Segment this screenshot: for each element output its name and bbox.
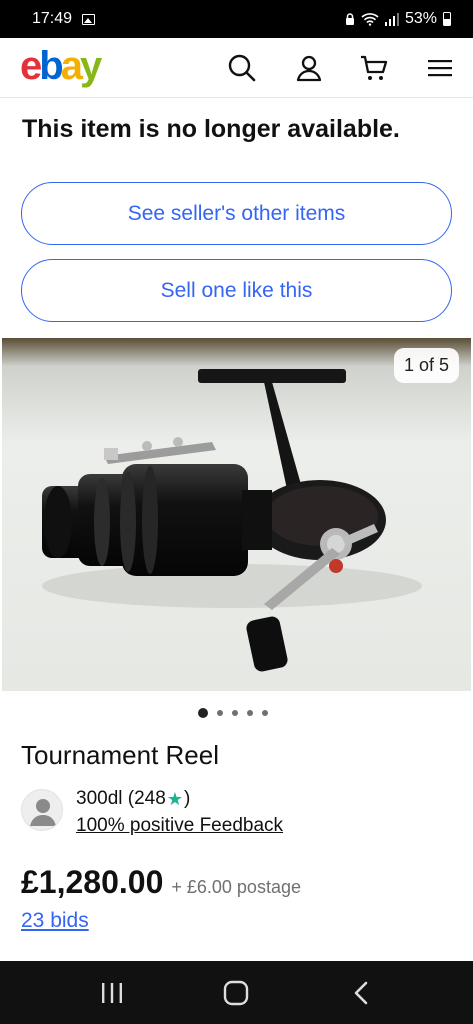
logo-letter-e: e — [20, 44, 42, 88]
pagination-dot[interactable] — [217, 710, 223, 716]
sell-one-like-this-button[interactable]: Sell one like this — [21, 259, 452, 322]
recent-apps-button[interactable] — [92, 973, 132, 1013]
reel-image — [2, 338, 471, 691]
bids-link[interactable]: 23 bids — [21, 909, 89, 933]
feedback-score: (248 — [127, 788, 166, 809]
logo-letter-b: b — [39, 44, 64, 88]
cart-button[interactable] — [354, 48, 394, 88]
gallery-pagination[interactable] — [198, 708, 268, 718]
wifi-icon — [361, 13, 379, 26]
menu-icon — [428, 60, 452, 77]
search-icon — [228, 54, 256, 82]
status-bar: 17:49 53% — [0, 0, 473, 38]
gallery-icon — [82, 13, 96, 25]
postage-cost: + £6.00 postage — [171, 877, 301, 897]
product-photo[interactable] — [2, 338, 471, 691]
logo-letter-a: a — [60, 44, 83, 88]
search-button[interactable] — [222, 48, 262, 88]
home-button[interactable] — [216, 973, 256, 1013]
battery-icon — [443, 12, 451, 26]
recent-apps-icon — [102, 982, 123, 1003]
menu-button[interactable] — [420, 48, 460, 88]
see-sellers-items-button[interactable]: See seller's other items — [21, 182, 452, 245]
logo-letter-y: y — [79, 44, 102, 88]
account-icon — [296, 55, 322, 82]
listing-title: Tournament Reel — [21, 740, 219, 770]
pagination-dot[interactable] — [262, 710, 268, 716]
back-icon — [354, 981, 368, 1004]
home-icon — [224, 980, 249, 1005]
back-button[interactable] — [341, 973, 381, 1013]
unavailable-notice: This item is no longer available. — [22, 115, 400, 143]
positive-feedback-link[interactable]: 100% positive Feedback — [76, 815, 283, 837]
status-right: 53% — [345, 10, 451, 28]
ebay-logo[interactable]: ebay — [20, 40, 102, 92]
feedback-score-close: ) — [183, 788, 191, 809]
seller-avatar[interactable] — [21, 789, 63, 831]
signal-icon — [384, 12, 399, 26]
system-nav-bar — [0, 961, 473, 1024]
seller-name[interactable]: 300dl — [76, 788, 123, 810]
app-header: ebay — [0, 38, 473, 98]
seller-info: 300dl (248 ★ ) — [76, 788, 190, 810]
star-icon: ★ — [166, 788, 183, 809]
status-left: 17:49 — [32, 10, 96, 28]
account-button[interactable] — [289, 48, 329, 88]
pagination-dot[interactable] — [247, 710, 253, 716]
pagination-dot[interactable] — [198, 708, 208, 718]
avatar-person-icon — [30, 799, 56, 826]
battery-percent: 53% — [404, 10, 437, 27]
pagination-dot[interactable] — [232, 710, 238, 716]
item-price: £1,280.00 — [21, 864, 164, 900]
cart-icon — [361, 55, 388, 80]
lock-icon — [345, 12, 354, 25]
status-time: 17:49 — [32, 10, 73, 27]
photo-counter: 1 of 5 — [393, 348, 459, 383]
price-row: £1,280.00 + £6.00 postage — [21, 864, 301, 901]
